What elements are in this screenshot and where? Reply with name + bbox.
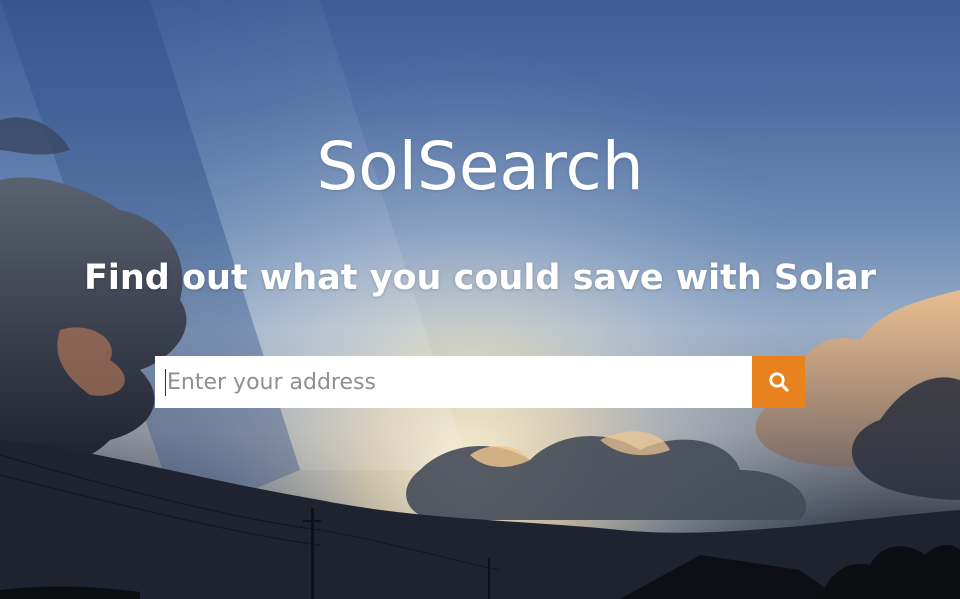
tagline: Find out what you could save with Solar (83, 258, 877, 298)
search-button[interactable] (752, 356, 805, 408)
brand-title: SolSearch (316, 128, 644, 205)
text-cursor (165, 369, 166, 396)
address-search-input[interactable] (155, 356, 752, 408)
address-search-form (155, 356, 805, 408)
search-icon (768, 372, 789, 392)
